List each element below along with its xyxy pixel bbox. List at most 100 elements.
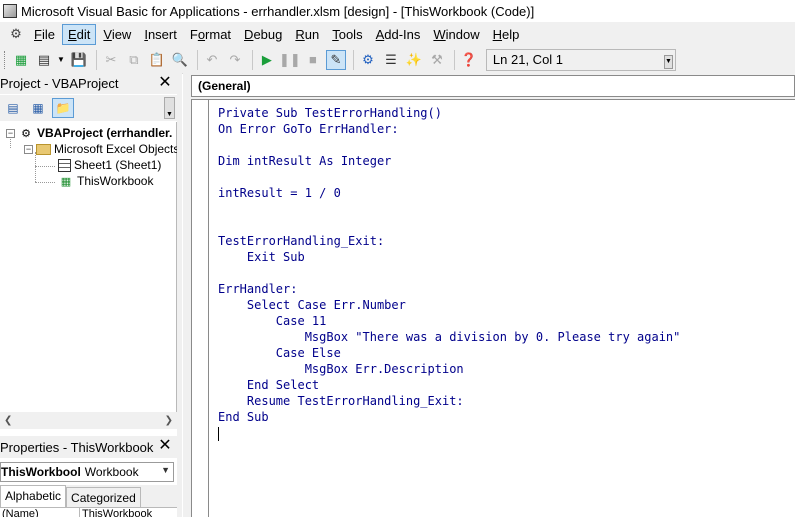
code-line[interactable]: MsgBox "There was a division by 0. Pleas…: [218, 329, 681, 345]
toolbar-grip[interactable]: [4, 50, 7, 69]
redo-icon[interactable]: ↷: [225, 50, 245, 70]
scroll-right-icon[interactable]: ❯: [165, 415, 173, 426]
code-line[interactable]: Case Else: [218, 345, 680, 361]
code-line[interactable]: [218, 217, 680, 233]
menu-item-format[interactable]: Format: [184, 24, 237, 45]
code-line[interactable]: Dim intResult As Integer: [218, 153, 680, 169]
code-line[interactable]: MsgBox Err.Description: [218, 361, 680, 377]
vba-app-icon: [3, 4, 17, 18]
view-code-icon[interactable]: ▤: [2, 98, 24, 118]
code-line[interactable]: [218, 169, 680, 185]
code-line[interactable]: Exit Sub: [218, 249, 680, 265]
tree-item-label: VBAProject (errhandler.: [37, 126, 173, 140]
code-line[interactable]: Resume TestErrorHandling_Exit:: [218, 393, 680, 409]
menu-item-window[interactable]: Window: [427, 24, 485, 45]
object-type: Workbook: [84, 465, 139, 479]
help-icon[interactable]: ❓: [459, 50, 479, 70]
text-cursor: [218, 426, 219, 441]
collapse-icon[interactable]: −: [24, 144, 33, 154]
tab-categorized[interactable]: Categorized: [66, 487, 141, 507]
title-bar: Microsoft Visual Basic for Applications …: [0, 0, 795, 22]
code-line[interactable]: [218, 137, 680, 153]
toolbar-separator: [453, 49, 455, 70]
design-mode-icon[interactable]: ✎: [325, 49, 346, 70]
paste-icon[interactable]: 📋: [147, 50, 167, 70]
object-selector[interactable]: (General): [191, 75, 795, 97]
object-name: ThisWorkbool: [1, 465, 81, 479]
code-line[interactable]: ErrHandler:: [218, 281, 680, 297]
run-icon[interactable]: ▶: [257, 50, 277, 70]
tree-item-sheet1[interactable]: Sheet1 (Sheet1): [58, 157, 161, 173]
menu-item-view[interactable]: View: [97, 24, 137, 45]
tree-connector: [35, 166, 55, 167]
toolbar-separator: [251, 49, 253, 70]
toolbar-separator: [196, 49, 198, 70]
copy-icon[interactable]: ⧉: [124, 50, 144, 70]
collapse-icon[interactable]: −: [6, 128, 15, 138]
code-line[interactable]: End Sub: [218, 409, 680, 425]
project-pane-toolbar: ▤ ▦ 📁 ▼: [0, 95, 177, 121]
chevron-down-icon[interactable]: ▼: [57, 55, 65, 64]
tree-item-label: Microsoft Excel Objects: [54, 142, 180, 156]
chevron-down-icon[interactable]: ▼: [161, 465, 170, 475]
properties-tabs: Alphabetic Categorized: [0, 485, 177, 507]
folder-icon: [36, 143, 51, 155]
scroll-down-icon[interactable]: ▼: [164, 97, 175, 119]
properties-grid: (Name) ThisWorkbook: [0, 507, 177, 517]
menu-item-run[interactable]: Run: [289, 24, 325, 45]
code-line[interactable]: [218, 201, 680, 217]
pane-splitter[interactable]: [177, 73, 182, 517]
toggle-folders-icon[interactable]: 📁: [52, 98, 74, 118]
code-line[interactable]: Select Case Err.Number: [218, 297, 680, 313]
excel-icon[interactable]: ▦: [11, 50, 31, 70]
reset-icon[interactable]: ■: [303, 50, 323, 70]
toolbar-options-icon[interactable]: ▼: [663, 54, 673, 69]
view-object-icon[interactable]: ▦: [27, 98, 49, 118]
menu-item-insert[interactable]: Insert: [138, 24, 183, 45]
standard-toolbar: ▦ ▤ ▼ 💾 ✂ ⧉ 📋 🔍 ↶ ↷ ▶ ❚❚ ■ ✎ ⚙ ☰ ✨ ⚒ ❓ L…: [0, 46, 795, 74]
margin-indicator-bar[interactable]: [192, 100, 209, 517]
code-text[interactable]: Private Sub TestErrorHandling() On Error …: [218, 105, 680, 441]
properties-window-icon[interactable]: ☰: [381, 50, 401, 70]
code-line[interactable]: Case 11: [218, 313, 680, 329]
properties-pane-header: Properties - ThisWorkbook ✕: [0, 436, 177, 458]
menu-item-help[interactable]: Help: [487, 24, 526, 45]
tree-item-excel-objects[interactable]: − Microsoft Excel Objects: [24, 141, 179, 157]
menu-item-file[interactable]: File: [28, 24, 61, 45]
tab-alphabetic[interactable]: Alphabetic: [0, 485, 67, 507]
project-explorer-icon[interactable]: ⚙: [358, 50, 378, 70]
scroll-left-icon[interactable]: ❮: [4, 415, 12, 426]
property-value[interactable]: ThisWorkbook: [80, 508, 152, 517]
vba-system-menu-icon[interactable]: ⚙: [8, 26, 24, 42]
menu-item-debug[interactable]: Debug: [238, 24, 288, 45]
tree-item-thisworkbook[interactable]: ▦ ThisWorkbook: [58, 173, 154, 189]
project-horizontal-scrollbar[interactable]: ❮ ❯: [0, 412, 177, 429]
toolbar-separator: [95, 49, 97, 70]
code-line[interactable]: On Error GoTo ErrHandler:: [218, 121, 680, 137]
object-browser-icon[interactable]: ✨: [404, 50, 424, 70]
toolbox-icon[interactable]: ⚒: [427, 50, 447, 70]
code-line[interactable]: [218, 265, 680, 281]
code-line[interactable]: TestErrorHandling_Exit:: [218, 233, 680, 249]
close-icon[interactable]: ✕: [156, 74, 174, 93]
cut-icon[interactable]: ✂: [101, 50, 121, 70]
insert-userform-icon[interactable]: ▤: [34, 50, 54, 70]
object-selector-value: (General): [198, 79, 251, 93]
close-icon[interactable]: ✕: [156, 438, 174, 456]
tree-item-vbaproject[interactable]: − ⚙ VBAProject (errhandler.: [6, 125, 172, 141]
code-line[interactable]: intResult = 1 / 0: [218, 185, 680, 201]
code-line[interactable]: End Select: [218, 377, 680, 393]
menu-item-tools[interactable]: Tools: [326, 24, 368, 45]
menu-item-add-ins[interactable]: Add-Ins: [370, 24, 427, 45]
code-line[interactable]: Private Sub TestErrorHandling(): [218, 105, 680, 121]
menu-item-edit[interactable]: Edit: [61, 23, 97, 45]
break-icon[interactable]: ❚❚: [279, 50, 301, 70]
undo-icon[interactable]: ↶: [202, 50, 222, 70]
workbook-icon: ▦: [60, 175, 72, 188]
find-icon[interactable]: 🔍: [170, 50, 190, 70]
properties-object-select[interactable]: ThisWorkbool Workbook ▼: [0, 462, 174, 482]
code-line[interactable]: [218, 425, 680, 441]
worksheet-icon: [58, 158, 71, 172]
save-icon[interactable]: 💾: [69, 50, 89, 70]
code-editor[interactable]: Private Sub TestErrorHandling() On Error …: [191, 99, 795, 517]
